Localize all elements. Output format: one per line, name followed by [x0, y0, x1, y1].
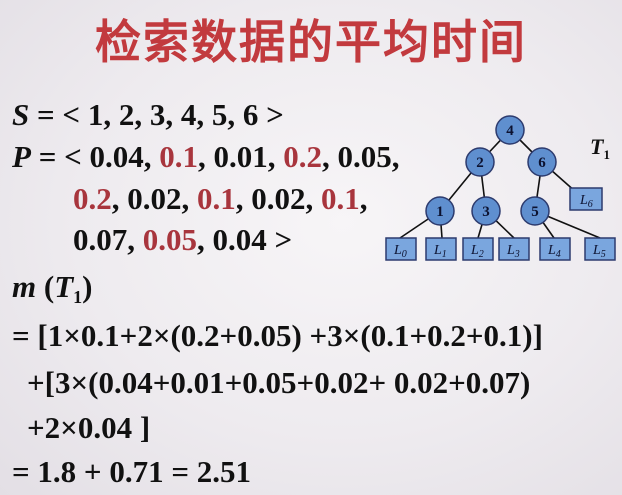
tree-leaf-l6: L6 — [569, 187, 603, 211]
p3-highlight-b: 0.05 — [142, 222, 197, 257]
p-sequence-line-2: 0.2, 0.02, 0.1, 0.02, 0.1, — [73, 181, 368, 217]
svg-text:4: 4 — [506, 123, 514, 139]
tree-leaf-l2: L2 — [462, 237, 494, 261]
p-sequence-line-1: P = < 0.04, 0.1, 0.01, 0.2, 0.05, — [12, 139, 400, 175]
p2-highlight-c: 0.1 — [197, 181, 236, 216]
result-line: = 1.8 + 0.71 = 2.51 — [12, 454, 251, 489]
p2-text-f: , — [359, 181, 368, 216]
p3-text-a: 0.07, — [73, 222, 143, 257]
m-open: ( — [36, 269, 55, 304]
tree-node-4: 4 — [495, 115, 525, 145]
binary-search-tree-diagram: 4 2 6 1 3 5 L6 L0 L1 L2 L3 L4 L5 T1 — [385, 115, 616, 261]
calc-line-2: +[3×(0.04+0.01+0.05+0.02+ 0.02+0.07) — [27, 365, 531, 400]
p2-highlight-e: 0.1 — [321, 181, 360, 216]
svg-text:2: 2 — [476, 155, 484, 171]
p2-highlight-a: 0.2 — [73, 181, 112, 216]
calc-line-1: = [1×0.1+2×(0.2+0.05) +3×(0.1+0.2+0.1)] — [12, 318, 543, 353]
p-var: P — [12, 139, 31, 174]
m-tree-sub: 1 — [73, 287, 83, 307]
p1-highlight-d: 0.2 — [283, 139, 323, 174]
svg-text:6: 6 — [538, 155, 546, 171]
page-title: 检索数据的平均时间 — [95, 15, 527, 69]
p1-highlight-b: 0.1 — [159, 139, 199, 174]
p-sequence-line-3: 0.07, 0.05, 0.04 > — [73, 222, 292, 258]
tree-node-2: 2 — [465, 147, 495, 177]
s-values: = < 1, 2, 3, 4, 5, 6 > — [29, 97, 284, 132]
p2-text-d: , 0.02, — [235, 181, 321, 216]
calc-line-3: +2×0.04 ] — [27, 410, 151, 445]
p2-text-b: , 0.02, — [111, 181, 197, 216]
m-var: m — [12, 269, 37, 304]
m-heading: m (T1) — [12, 269, 92, 308]
tree-leaf-l5: L5 — [584, 237, 616, 261]
tree-leaf-l4: L4 — [539, 237, 571, 261]
tree-leaf-l0: L0 — [385, 237, 417, 261]
svg-text:3: 3 — [482, 204, 490, 220]
tree-node-5: 5 — [520, 196, 550, 226]
tree-node-3: 3 — [471, 196, 501, 226]
p1-text-a: = < 0.04, — [30, 139, 160, 174]
tree-node-1: 1 — [425, 196, 455, 226]
m-tree-var: T — [54, 269, 74, 304]
tree-leaf-l3: L3 — [498, 237, 530, 261]
svg-text:1: 1 — [436, 204, 444, 220]
s-sequence-line: S = < 1, 2, 3, 4, 5, 6 > — [12, 97, 284, 133]
s-var: S — [12, 97, 30, 132]
tree-label: T1 — [590, 134, 610, 162]
svg-text:5: 5 — [531, 204, 539, 220]
m-close: ) — [82, 269, 93, 304]
tree-node-6: 6 — [527, 147, 557, 177]
p3-text-c: , 0.04 > — [197, 222, 293, 257]
tree-leaf-l1: L1 — [425, 237, 457, 261]
p1-text-c: , 0.01, — [198, 139, 284, 174]
